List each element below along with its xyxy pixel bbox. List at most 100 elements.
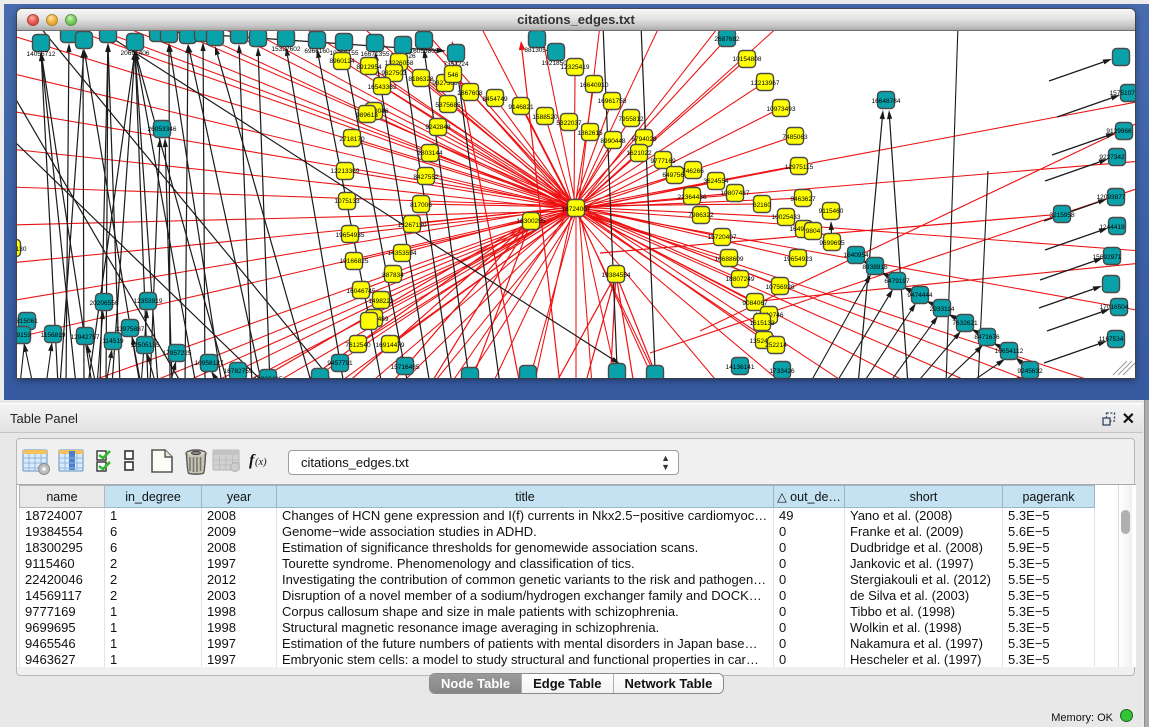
svg-text:16053809: 16053809: [410, 48, 439, 55]
svg-text:1498222: 1498222: [368, 298, 394, 305]
svg-text:19654923: 19654923: [784, 256, 813, 263]
svg-text:10756928: 10756928: [766, 284, 795, 291]
svg-text:16046745: 16046745: [347, 288, 376, 295]
svg-text:12353919: 12353919: [134, 298, 163, 305]
svg-text:8990448: 8990448: [600, 138, 626, 145]
svg-text:12942757: 12942757: [71, 334, 100, 341]
svg-text:114519: 114519: [102, 338, 124, 345]
svg-text:16640910: 16640910: [580, 82, 609, 89]
svg-text:19166825: 19166825: [340, 258, 369, 265]
svg-text:3215958: 3215958: [1049, 212, 1075, 219]
svg-text:7612540: 7612540: [345, 342, 371, 349]
svg-text:2687682: 2687682: [714, 36, 740, 43]
svg-text:17016504: 17016504: [1100, 304, 1129, 311]
svg-text:(x): (x): [255, 457, 267, 468]
svg-text:546: 546: [448, 72, 459, 79]
svg-text:18300295: 18300295: [517, 218, 546, 225]
svg-text:989613: 989613: [356, 112, 378, 119]
svg-text:16961758: 16961758: [598, 98, 627, 105]
svg-text:1733426: 1733426: [769, 368, 795, 375]
svg-text:1156819: 1156819: [41, 332, 66, 339]
svg-text:815061: 815061: [17, 318, 38, 325]
svg-text:6479197: 6479197: [884, 278, 910, 285]
svg-text:6966160: 6966160: [304, 48, 330, 55]
svg-text:8938918: 8938918: [862, 264, 888, 271]
svg-text:9463627: 9463627: [790, 196, 816, 203]
svg-text:9129966: 9129966: [1106, 128, 1132, 135]
svg-text:10654112: 10654112: [995, 348, 1024, 355]
svg-text:9227342: 9227342: [1099, 154, 1125, 161]
svg-text:16914479: 16914479: [376, 342, 405, 349]
svg-text:20206556: 20206556: [90, 300, 119, 307]
svg-text:817006: 817006: [410, 202, 432, 209]
svg-text:15716485: 15716485: [391, 364, 420, 371]
svg-text:10973493: 10973493: [767, 106, 796, 113]
svg-text:12325419: 12325419: [561, 64, 590, 71]
svg-text:9699695: 9699695: [819, 240, 845, 247]
svg-text:1615132: 1615132: [749, 320, 775, 327]
svg-text:12213369: 12213369: [331, 168, 360, 175]
svg-text:18724007: 18724007: [562, 206, 591, 213]
svg-text:9777169: 9777169: [650, 158, 676, 165]
svg-text:1167534: 1167534: [1099, 336, 1124, 343]
svg-text:1244419: 1244419: [1099, 224, 1125, 231]
svg-text:15327602: 15327602: [272, 46, 301, 53]
svg-text:13267130: 13267130: [17, 246, 27, 253]
svg-text:9327503: 9327503: [381, 70, 407, 77]
svg-text:8454749: 8454749: [482, 96, 508, 103]
svg-text:1362615: 1362615: [577, 130, 603, 137]
svg-text:12505135: 12505135: [131, 342, 160, 349]
svg-text:8186328: 8186328: [408, 76, 434, 83]
svg-text:2933114: 2933114: [930, 306, 955, 313]
svg-text:16648784: 16648784: [872, 98, 901, 105]
svg-text:887834: 887834: [382, 272, 404, 279]
svg-text:13975887: 13975887: [116, 326, 145, 333]
svg-text:19654935: 19654935: [336, 232, 365, 239]
svg-text:8813054: 8813054: [524, 47, 550, 54]
svg-text:15692971: 15692971: [1093, 254, 1122, 261]
svg-text:62160: 62160: [753, 202, 771, 209]
svg-text:10025433: 10025433: [772, 214, 801, 221]
svg-text:10807487: 10807487: [721, 190, 750, 197]
svg-text:9804: 9804: [806, 228, 821, 235]
svg-text:7986322: 7986322: [688, 212, 714, 219]
svg-text:1640954: 1640954: [843, 252, 869, 259]
svg-text:12975115: 12975115: [785, 164, 814, 171]
svg-text:5322037: 5322037: [556, 120, 582, 127]
svg-text:746266: 746266: [682, 168, 704, 175]
svg-text:9474444: 9474444: [907, 292, 933, 299]
svg-text:9115460: 9115460: [819, 208, 844, 215]
svg-text:6794028: 6794028: [631, 136, 657, 143]
svg-text:10958127: 10958127: [195, 360, 224, 367]
svg-text:7485063: 7485063: [782, 134, 808, 141]
svg-text:21364436: 21364436: [678, 194, 707, 201]
svg-text:7632621: 7632621: [952, 320, 978, 327]
svg-text:252214: 252214: [765, 342, 787, 349]
svg-text:26053346: 26053346: [148, 126, 177, 133]
svg-text:9146821: 9146821: [508, 104, 534, 111]
svg-text:16782759: 16782759: [224, 368, 253, 375]
svg-text:20691406: 20691406: [121, 50, 150, 57]
svg-text:8427552: 8427552: [413, 174, 439, 181]
svg-text:2867608: 2867608: [457, 90, 483, 97]
svg-text:9457791: 9457791: [327, 360, 353, 367]
svg-text:7955812: 7955812: [618, 116, 644, 123]
svg-text:9245632: 9245632: [1017, 368, 1043, 375]
svg-text:16543362: 16543362: [368, 84, 397, 91]
svg-text:17957225: 17957225: [163, 350, 192, 357]
svg-text:14055712: 14055712: [27, 51, 56, 58]
svg-text:8912954: 8912954: [356, 64, 382, 71]
svg-text:2718170: 2718170: [339, 136, 365, 143]
svg-text:1075133: 1075133: [334, 198, 360, 205]
svg-text:2803144: 2803144: [417, 150, 443, 157]
svg-text:15751074: 15751074: [1110, 90, 1135, 97]
svg-text:1621022: 1621022: [626, 150, 652, 157]
svg-text:18807249: 18807249: [726, 276, 755, 283]
svg-text:19384554: 19384554: [602, 272, 631, 279]
svg-text:12093877: 12093877: [1097, 194, 1126, 201]
svg-text:14353594: 14353594: [388, 250, 417, 257]
svg-text:13267130: 13267130: [398, 222, 427, 229]
svg-text:10688609: 10688609: [715, 256, 744, 263]
svg-text:15720407: 15720407: [708, 234, 737, 241]
svg-text:5875685: 5875685: [435, 102, 461, 109]
